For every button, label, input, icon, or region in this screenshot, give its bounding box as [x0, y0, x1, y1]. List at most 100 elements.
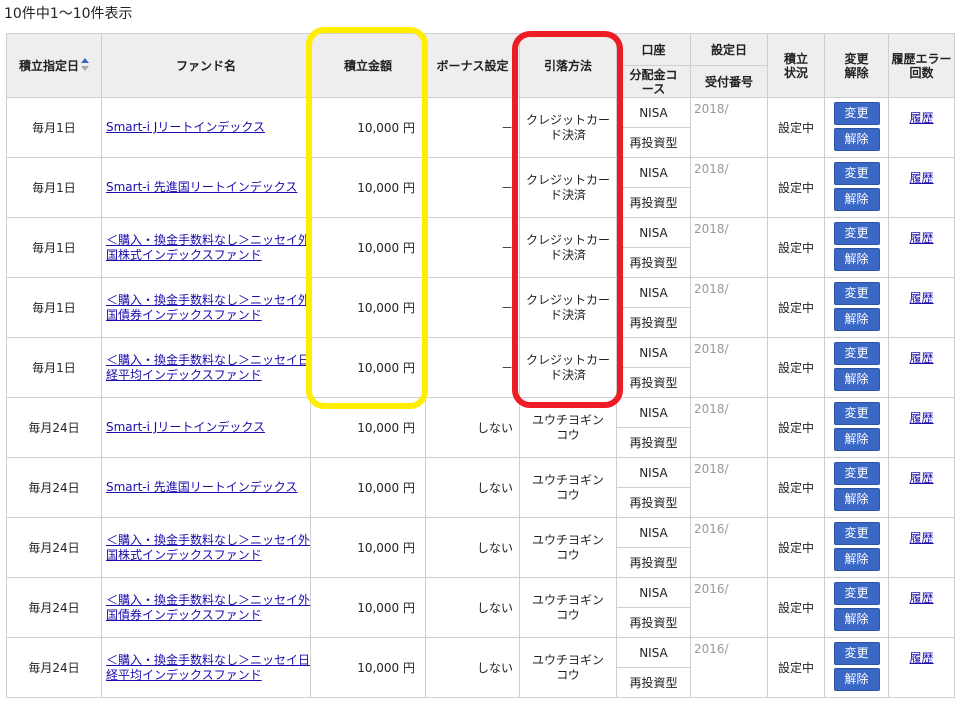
fund-cell: ＜購入・換金手数料なし＞ニッセイ日経平均インデックスファンド: [101, 337, 311, 398]
accumulation-table: 積立指定日 ファンド名 積立金額 ボーナス設定 引落方法 口座 設定日 積立状況…: [6, 33, 955, 698]
distribution-course: 再投資型: [616, 487, 691, 518]
accumulation-status: 設定中: [767, 217, 825, 278]
table-row: 毎月1日 ＜購入・換金手数料なし＞ニッセイ日経平均インデックスファンド 10,000…: [6, 337, 955, 398]
change-button[interactable]: 変更: [833, 282, 880, 305]
fund-link[interactable]: ＜購入・換金手数料なし＞ニッセイ外国株式インデックスファンド: [106, 233, 310, 263]
history-link[interactable]: 履歴: [909, 591, 933, 605]
bonus-setting: しない: [425, 397, 520, 458]
account-type: NISA: [616, 637, 691, 668]
accumulation-day: 毎月1日: [6, 157, 102, 218]
fund-link[interactable]: ＜購入・換金手数料なし＞ニッセイ外国債券インデックスファンド: [106, 293, 310, 323]
cancel-button[interactable]: 解除: [833, 368, 880, 391]
change-cancel-cell: 変更 解除: [824, 577, 889, 638]
history-link[interactable]: 履歴: [909, 351, 933, 365]
accumulation-day: 毎月24日: [6, 577, 102, 638]
history-link[interactable]: 履歴: [909, 111, 933, 125]
set-date: 2016/: [690, 517, 768, 578]
change-cancel-cell: 変更 解除: [824, 337, 889, 398]
fund-link[interactable]: Smart-i Jリートインデックス: [106, 120, 265, 135]
history-link[interactable]: 履歴: [909, 651, 933, 665]
amount: 10,000 円: [310, 397, 426, 458]
fund-link[interactable]: ＜購入・換金手数料なし＞ニッセイ日経平均インデックスファンド: [106, 353, 310, 383]
payment-method: クレジットカード決済: [519, 157, 617, 218]
accumulation-day: 毎月1日: [6, 277, 102, 338]
accumulation-status: 設定中: [767, 517, 825, 578]
history-link[interactable]: 履歴: [909, 531, 933, 545]
bonus-setting: －: [425, 217, 520, 278]
account-type: NISA: [616, 397, 691, 428]
payment-method: クレジットカード決済: [519, 277, 617, 338]
history-link[interactable]: 履歴: [909, 291, 933, 305]
change-button[interactable]: 変更: [833, 162, 880, 185]
bonus-setting: しない: [425, 457, 520, 518]
fund-link[interactable]: ＜購入・換金手数料なし＞ニッセイ日経平均インデックスファンド: [106, 653, 310, 683]
accumulation-day: 毎月1日: [6, 337, 102, 398]
change-button[interactable]: 変更: [833, 642, 880, 665]
change-cancel-cell: 変更 解除: [824, 637, 889, 698]
payment-method: クレジットカード決済: [519, 337, 617, 398]
cancel-button[interactable]: 解除: [833, 308, 880, 331]
fund-link[interactable]: ＜購入・換金手数料なし＞ニッセイ外国債券インデックスファンド: [106, 593, 310, 623]
payment-method: ユウチヨギンコウ: [519, 517, 617, 578]
account-type: NISA: [616, 517, 691, 548]
change-cancel-cell: 変更 解除: [824, 397, 889, 458]
fund-link[interactable]: ＜購入・換金手数料なし＞ニッセイ外国株式インデックスファンド: [106, 533, 310, 563]
history-cell: 履歴: [888, 637, 955, 698]
cancel-button[interactable]: 解除: [833, 608, 880, 631]
cancel-button[interactable]: 解除: [833, 548, 880, 571]
fund-cell: Smart-i 先進国リートインデックス: [101, 157, 311, 218]
bonus-setting: －: [425, 157, 520, 218]
fund-link[interactable]: Smart-i 先進国リートインデックス: [106, 480, 297, 495]
change-button[interactable]: 変更: [833, 522, 880, 545]
account-type: NISA: [616, 277, 691, 308]
cancel-button[interactable]: 解除: [833, 488, 880, 511]
history-link[interactable]: 履歴: [909, 471, 933, 485]
history-link[interactable]: 履歴: [909, 171, 933, 185]
history-link[interactable]: 履歴: [909, 231, 933, 245]
header-bonus: ボーナス設定: [425, 33, 520, 98]
history-cell: 履歴: [888, 97, 955, 158]
sort-icon[interactable]: [81, 58, 89, 72]
change-button[interactable]: 変更: [833, 402, 880, 425]
set-date: 2018/: [690, 217, 768, 278]
table-row: 毎月24日 ＜購入・換金手数料なし＞ニッセイ外国債券インデックスファンド 10,00…: [6, 577, 955, 638]
change-button[interactable]: 変更: [833, 582, 880, 605]
amount: 10,000 円: [310, 457, 426, 518]
change-button[interactable]: 変更: [833, 222, 880, 245]
table-row: 毎月1日 ＜購入・換金手数料なし＞ニッセイ外国債券インデックスファンド 10,000…: [6, 277, 955, 338]
cancel-button[interactable]: 解除: [833, 188, 880, 211]
header-date[interactable]: 積立指定日: [6, 33, 102, 98]
set-date: 2018/: [690, 457, 768, 518]
amount: 10,000 円: [310, 637, 426, 698]
accumulation-status: 設定中: [767, 277, 825, 338]
change-cancel-cell: 変更 解除: [824, 97, 889, 158]
distribution-course: 再投資型: [616, 367, 691, 398]
amount: 10,000 円: [310, 97, 426, 158]
fund-link[interactable]: Smart-i 先進国リートインデックス: [106, 180, 297, 195]
header-account: 口座: [616, 33, 691, 66]
change-button[interactable]: 変更: [833, 102, 880, 125]
fund-cell: Smart-i 先進国リートインデックス: [101, 457, 311, 518]
distribution-course: 再投資型: [616, 427, 691, 458]
cancel-button[interactable]: 解除: [833, 128, 880, 151]
table-row: 毎月24日 Smart-i Jリートインデックス 10,000 円しない ユウチヨギン…: [6, 397, 955, 458]
account-type: NISA: [616, 97, 691, 128]
fund-link[interactable]: Smart-i Jリートインデックス: [106, 420, 265, 435]
cancel-button[interactable]: 解除: [833, 428, 880, 451]
table-row: 毎月1日 Smart-i Jリートインデックス 10,000 円－クレジットカード決…: [6, 97, 955, 158]
amount: 10,000 円: [310, 577, 426, 638]
account-type: NISA: [616, 337, 691, 368]
history-link[interactable]: 履歴: [909, 411, 933, 425]
change-cancel-cell: 変更 解除: [824, 157, 889, 218]
change-button[interactable]: 変更: [833, 462, 880, 485]
fund-cell: Smart-i Jリートインデックス: [101, 397, 311, 458]
cancel-button[interactable]: 解除: [833, 248, 880, 271]
accumulation-status: 設定中: [767, 97, 825, 158]
change-button[interactable]: 変更: [833, 342, 880, 365]
history-cell: 履歴: [888, 157, 955, 218]
fund-cell: ＜購入・換金手数料なし＞ニッセイ外国債券インデックスファンド: [101, 577, 311, 638]
fund-cell: ＜購入・換金手数料なし＞ニッセイ外国株式インデックスファンド: [101, 517, 311, 578]
account-type: NISA: [616, 577, 691, 608]
set-date: 2016/: [690, 577, 768, 638]
cancel-button[interactable]: 解除: [833, 668, 880, 691]
